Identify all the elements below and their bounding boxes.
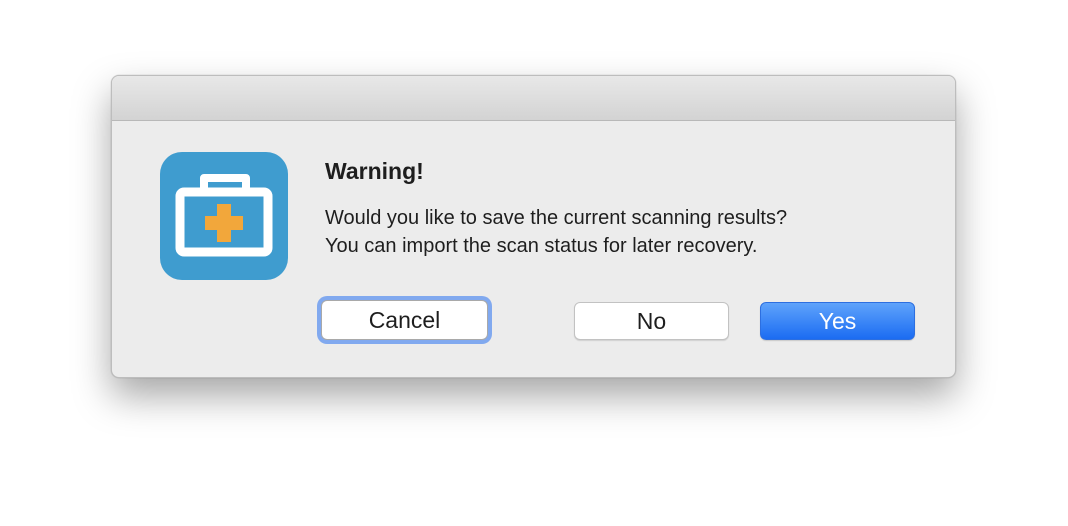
no-button[interactable]: No — [574, 302, 729, 340]
cancel-button[interactable]: Cancel — [321, 300, 488, 340]
dialog-message: Would you like to save the current scann… — [325, 204, 787, 260]
message-line: You can import the scan status for later… — [325, 235, 758, 257]
dialog-titlebar — [112, 76, 955, 121]
message-line: Would you like to save the current scann… — [325, 207, 788, 229]
medical-kit-icon — [160, 152, 288, 280]
yes-button[interactable]: Yes — [760, 302, 915, 340]
dialog-title: Warning! — [325, 158, 424, 184]
warning-dialog: Warning! Would you like to save the curr… — [111, 75, 956, 378]
